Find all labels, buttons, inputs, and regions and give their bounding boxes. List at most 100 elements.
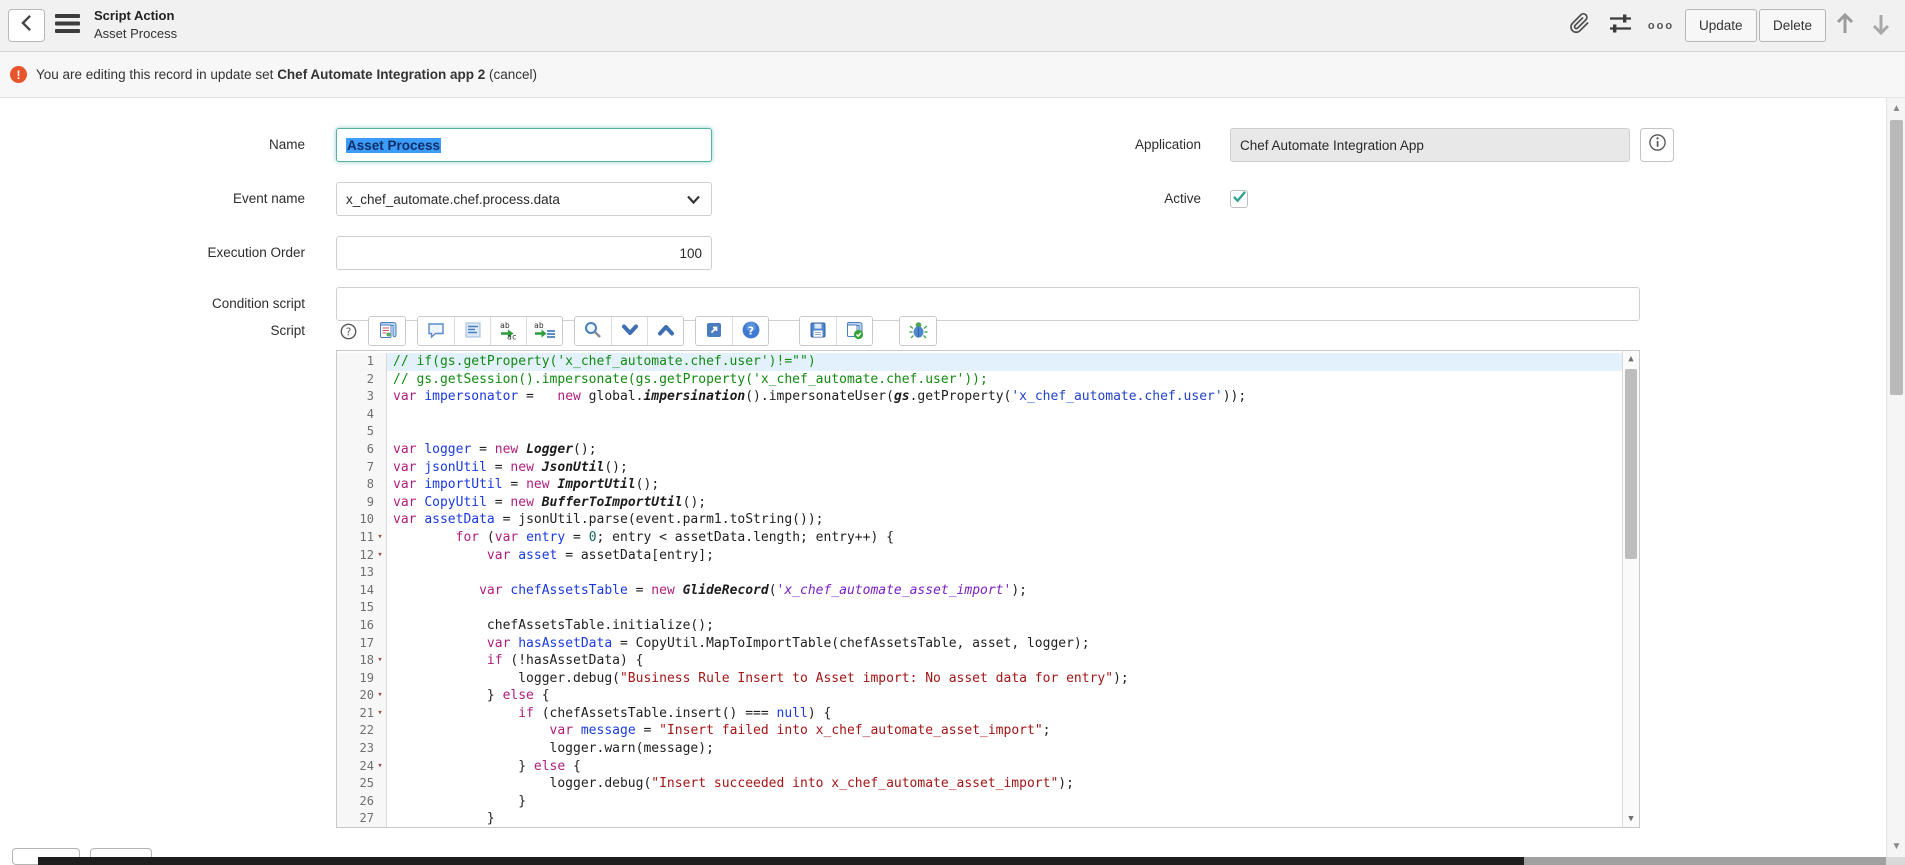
line-number: 2 xyxy=(367,371,374,389)
context-help-button[interactable]: ? xyxy=(732,317,768,345)
code-text xyxy=(387,564,1622,582)
delete-button[interactable]: Delete xyxy=(1759,9,1826,42)
application-info-button[interactable] xyxy=(1640,128,1674,162)
code-line[interactable]: 8var importUtil = new ImportUtil(); xyxy=(337,476,1622,494)
comment-button[interactable] xyxy=(418,317,454,345)
code-line[interactable]: 5 xyxy=(337,423,1622,441)
page-scrollbar[interactable]: ▲ ▼ xyxy=(1886,98,1905,865)
toolbar-button-group xyxy=(574,316,684,346)
update-set-banner: ! You are editing this record in update … xyxy=(0,52,1905,98)
code-line[interactable]: 1// if(gs.getProperty('x_chef_automate.c… xyxy=(337,353,1622,371)
more-actions-button[interactable]: ooo xyxy=(1648,13,1674,39)
fold-toggle-icon[interactable]: ▾ xyxy=(374,652,386,670)
fold-toggle-icon[interactable]: ▾ xyxy=(374,547,386,565)
code-line[interactable]: 25 logger.debug("Insert succeeded into x… xyxy=(337,775,1622,793)
horizontal-scrollbar-track[interactable] xyxy=(1524,857,1886,865)
line-gutter: 15 xyxy=(337,599,387,617)
editor-scroll-up-button[interactable]: ▲ xyxy=(1623,351,1639,367)
line-number: 3 xyxy=(367,388,374,406)
code-line[interactable]: 18▾ if (!hasAssetData) { xyxy=(337,652,1622,670)
page-scrollbar-thumb[interactable] xyxy=(1890,120,1903,395)
code-text: if (!hasAssetData) { xyxy=(387,652,1622,670)
code-line[interactable]: 9var CopyUtil = new BufferToImportUtil()… xyxy=(337,494,1622,512)
code-line[interactable]: 2 // gs.getSession().impersonate(gs.getPr… xyxy=(337,371,1622,389)
format-code-icon xyxy=(463,320,483,343)
code-text: // gs.getSession().impersonate(gs.getPro… xyxy=(387,371,1622,389)
open-fullscreen-button[interactable] xyxy=(696,317,732,345)
execution-order-label: Execution Order xyxy=(0,236,305,270)
code-line[interactable]: 24▾ } else { xyxy=(337,758,1622,776)
personalize-form-button[interactable] xyxy=(1607,13,1633,39)
line-number: 19 xyxy=(360,670,374,688)
line-number: 15 xyxy=(360,599,374,617)
script-editor[interactable]: 1// if(gs.getProperty('x_chef_automate.c… xyxy=(336,350,1640,828)
code-line[interactable]: 14 var chefAssetsTable = new GlideRecord… xyxy=(337,582,1622,600)
name-input[interactable]: Asset Process xyxy=(336,128,712,162)
search-button[interactable] xyxy=(575,317,611,345)
line-number: 13 xyxy=(360,564,374,582)
syntax-editor-button[interactable] xyxy=(369,317,405,345)
debug-button[interactable] xyxy=(900,317,936,345)
script-label: Script xyxy=(0,314,305,348)
code-line[interactable]: 4 xyxy=(337,406,1622,424)
fold-toggle-icon[interactable]: ▾ xyxy=(374,529,386,547)
line-gutter: 17 xyxy=(337,635,387,653)
replace-button[interactable]: abac xyxy=(490,317,526,345)
code-line[interactable]: 17 var hasAssetData = CopyUtil.MapToImpo… xyxy=(337,635,1622,653)
editor-scroll-down-button[interactable]: ▼ xyxy=(1623,811,1639,827)
previous-record-button[interactable] xyxy=(1832,13,1858,39)
code-text: var CopyUtil = new BufferToImportUtil(); xyxy=(387,494,1622,512)
code-line[interactable]: 3var impersonator = new global.impersina… xyxy=(337,388,1622,406)
banner-prefix: You are editing this record in update se… xyxy=(36,67,273,82)
hamburger-icon xyxy=(55,13,80,39)
find-next-button[interactable] xyxy=(611,317,647,345)
code-line[interactable]: 26 } xyxy=(337,793,1622,811)
code-line[interactable]: 21▾ if (chefAssetsTable.insert() === nul… xyxy=(337,705,1622,723)
code-line[interactable]: 19 logger.debug("Business Rule Insert to… xyxy=(337,670,1622,688)
fold-toggle-icon[interactable]: ▾ xyxy=(374,687,386,705)
page-scroll-up-button[interactable]: ▲ xyxy=(1889,100,1904,116)
form-context-menu-button[interactable] xyxy=(54,15,80,37)
code-line[interactable]: 13 xyxy=(337,564,1622,582)
line-number: 27 xyxy=(360,810,374,828)
code-line[interactable]: 6var logger = new Logger(); xyxy=(337,441,1622,459)
format-code-button[interactable] xyxy=(454,317,490,345)
code-line[interactable]: 22 var message = "Insert failed into x_c… xyxy=(337,722,1622,740)
fold-toggle-icon[interactable]: ▾ xyxy=(374,758,386,776)
code-line[interactable]: 23 logger.warn(message); xyxy=(337,740,1622,758)
code-line[interactable]: 20▾ } else { xyxy=(337,687,1622,705)
code-line[interactable]: 7var jsonUtil = new JsonUtil(); xyxy=(337,459,1622,477)
update-button[interactable]: Update xyxy=(1685,9,1757,42)
syntax-check-button[interactable] xyxy=(836,317,872,345)
editor-scrollbar-thumb[interactable] xyxy=(1625,369,1637,559)
next-record-button[interactable] xyxy=(1868,13,1894,39)
active-label: Active xyxy=(896,182,1201,216)
page-scroll-down-button[interactable]: ▼ xyxy=(1889,838,1904,854)
code-line[interactable]: 16 chefAssetsTable.initialize(); xyxy=(337,617,1622,635)
line-gutter: 12▾ xyxy=(337,547,387,565)
attachments-button[interactable] xyxy=(1566,13,1592,39)
find-previous-button[interactable] xyxy=(647,317,683,345)
line-number: 4 xyxy=(367,406,374,424)
back-button[interactable] xyxy=(8,9,45,42)
code-line[interactable]: 15 xyxy=(337,599,1622,617)
arrow-up-icon xyxy=(1835,13,1855,40)
code-text: } xyxy=(387,810,1622,828)
code-line[interactable]: 12▾ var asset = assetData[entry]; xyxy=(337,547,1622,565)
save-button[interactable] xyxy=(800,317,836,345)
code-line[interactable]: 27 } xyxy=(337,810,1622,828)
editor-scrollbar[interactable]: ▲ ▼ xyxy=(1622,351,1639,827)
code-line[interactable]: 11▾ for (var entry = 0; entry < assetDat… xyxy=(337,529,1622,547)
fold-toggle-icon[interactable]: ▾ xyxy=(374,705,386,723)
active-checkbox[interactable] xyxy=(1230,190,1248,208)
code-line[interactable]: 10var assetData = jsonUtil.parse(event.p… xyxy=(337,511,1622,529)
event-name-select[interactable]: x_chef_automate.chef.process.data xyxy=(336,182,712,216)
script-help-icon[interactable]: ? xyxy=(336,319,360,343)
line-gutter: 2 xyxy=(337,371,387,389)
replace-all-button[interactable]: ab xyxy=(526,317,562,345)
execution-order-input[interactable]: 100 xyxy=(336,236,712,270)
banner-cancel-link[interactable]: (cancel) xyxy=(489,67,537,82)
sliders-icon xyxy=(1608,12,1633,40)
syntax-editor-icon xyxy=(377,320,397,343)
horizontal-scrollbar-thumb[interactable] xyxy=(38,857,1524,865)
